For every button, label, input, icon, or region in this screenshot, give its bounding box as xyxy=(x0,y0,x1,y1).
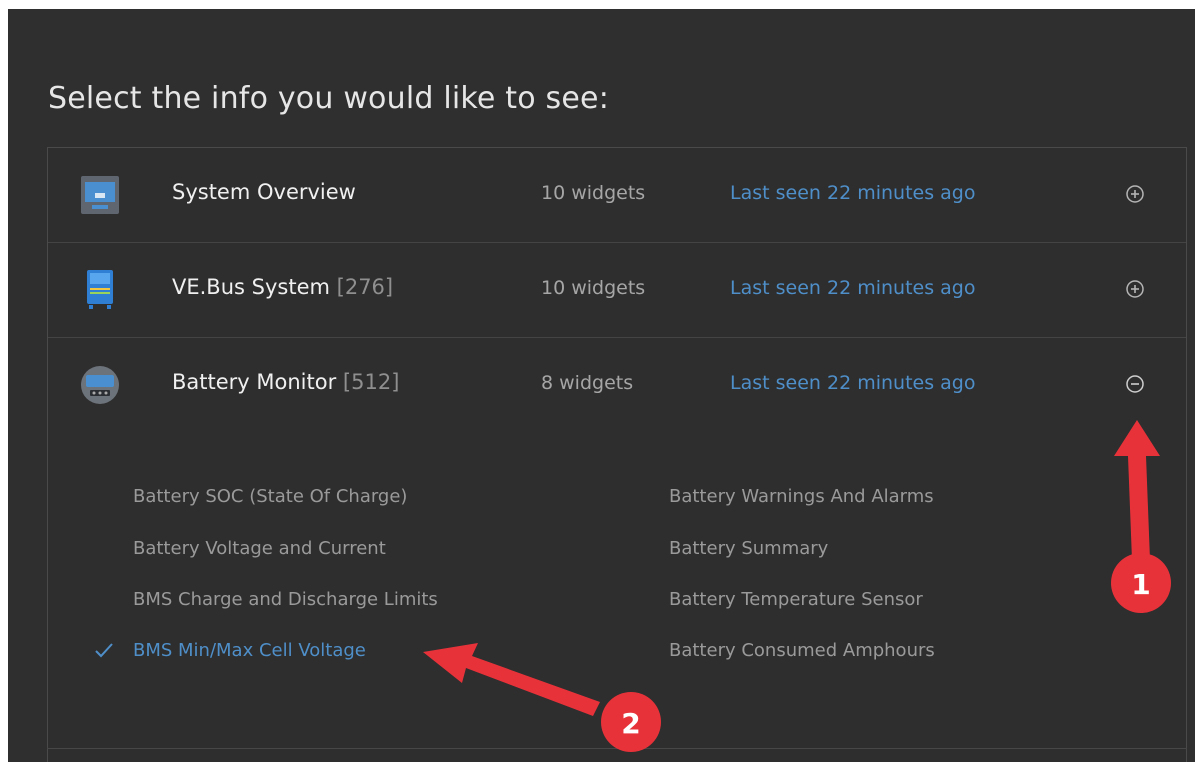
page-heading: Select the info you would like to see: xyxy=(48,81,610,116)
device-row-system-overview[interactable]: System Overview 10 widgets Last seen 22 … xyxy=(48,148,1186,243)
device-name: System Overview xyxy=(172,180,356,204)
widget-option[interactable]: BMS Charge and Discharge Limits xyxy=(133,589,438,610)
device-row-vebus-system[interactable]: VE.Bus System [276] 10 widgets Last seen… xyxy=(48,243,1186,338)
device-name: Battery Monitor [512] xyxy=(172,370,400,394)
widget-selector-panel: Select the info you would like to see: S… xyxy=(8,9,1195,762)
last-seen-text: Last seen 22 minutes ago xyxy=(730,182,976,204)
checkmark-icon xyxy=(95,643,113,658)
widget-count: 10 widgets xyxy=(541,277,646,299)
device-name: VE.Bus System [276] xyxy=(172,275,394,299)
system-overview-icon xyxy=(81,176,119,214)
widget-option[interactable]: Battery Temperature Sensor xyxy=(669,589,923,610)
last-seen-text: Last seen 22 minutes ago xyxy=(730,372,976,394)
inverter-charger-icon xyxy=(87,270,113,309)
list-divider xyxy=(47,748,1187,749)
device-row-battery-monitor[interactable]: Battery Monitor [512] 8 widgets Last see… xyxy=(48,338,1186,432)
widget-count: 8 widgets xyxy=(541,372,634,394)
widget-option[interactable]: Battery Voltage and Current xyxy=(133,538,386,559)
plus-circle-icon[interactable] xyxy=(1125,184,1145,204)
device-list: System Overview 10 widgets Last seen 22 … xyxy=(47,147,1187,762)
widget-option-selected[interactable]: BMS Min/Max Cell Voltage xyxy=(133,640,366,661)
widget-option[interactable]: Battery Warnings And Alarms xyxy=(669,486,934,507)
widget-option[interactable]: Battery SOC (State Of Charge) xyxy=(133,486,407,507)
widget-count: 10 widgets xyxy=(541,182,646,204)
last-seen-text: Last seen 22 minutes ago xyxy=(730,277,976,299)
plus-circle-icon[interactable] xyxy=(1125,279,1145,299)
minus-circle-icon[interactable] xyxy=(1125,374,1145,394)
widget-option[interactable]: Battery Consumed Amphours xyxy=(669,640,935,661)
battery-monitor-icon xyxy=(81,366,119,404)
widget-option[interactable]: Battery Summary xyxy=(669,538,828,559)
